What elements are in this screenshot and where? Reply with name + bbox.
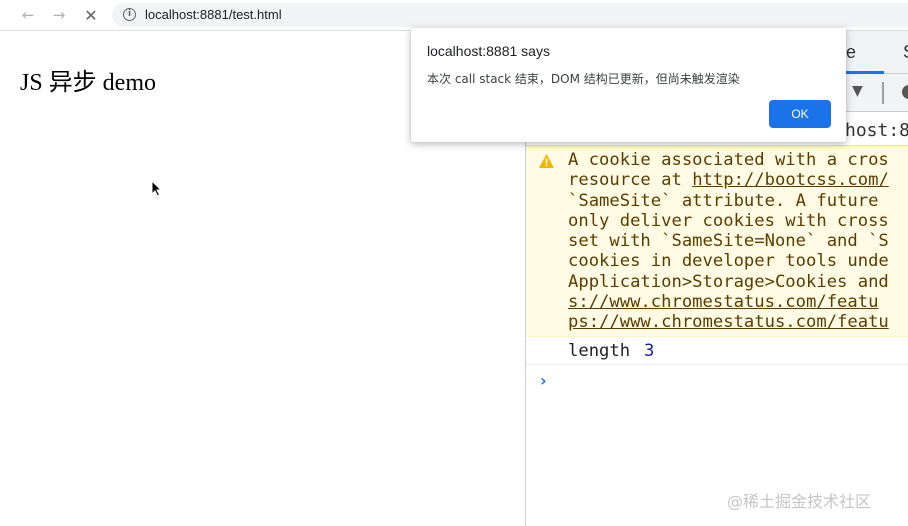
warning-line: resource at http://bootcss.com/	[568, 170, 908, 190]
warning-link[interactable]: http://bootcss.com/	[692, 170, 889, 190]
warning-line: set with `SameSite=None` and `S	[568, 231, 889, 252]
url-text[interactable]: localhost:8881/test.html	[145, 7, 282, 22]
warning-text: A cookie associated with a cros resource…	[568, 150, 908, 333]
mouse-cursor-icon	[151, 180, 163, 197]
dialog-title: localhost:8881 says	[427, 43, 550, 59]
console-prompt-chevron-icon[interactable]: ›	[540, 371, 547, 390]
dialog-message: 本次 call stack 结束，DOM 结构已更新，但尚未触发渲染	[427, 72, 740, 86]
browser-toolbar: ← → ✕ i localhost:8881/test.html	[0, 0, 908, 31]
warning-line-prefix: resource at	[568, 170, 693, 191]
ok-button[interactable]: OK	[769, 100, 831, 128]
address-bar[interactable]: i localhost:8881/test.html	[112, 3, 908, 27]
watermark-text: @稀土掘金技术社区	[727, 492, 872, 511]
warning-url-link[interactable]: ps://www.chromestatus.com/featu	[568, 312, 908, 332]
back-arrow-icon[interactable]: ←	[17, 5, 39, 25]
log-number-value: 3	[644, 341, 655, 361]
console-log-row: length 3	[526, 337, 908, 365]
warning-url-link[interactable]: s://www.chromestatus.com/featu	[568, 292, 908, 312]
console-warning-message: A cookie associated with a cros resource…	[526, 146, 908, 337]
warning-line: only deliver cookies with cross	[568, 210, 889, 231]
warning-line: cookies in developer tools unde	[568, 251, 889, 272]
filter-input[interactable]: host:8	[845, 120, 908, 141]
warning-line: A cookie associated with a cros	[568, 150, 889, 170]
alert-dialog: localhost:8881 says 本次 call stack 结束，DOM…	[411, 28, 846, 142]
warning-line: `SameSite` attribute. A future	[568, 190, 879, 211]
stop-loading-icon[interactable]: ✕	[80, 5, 102, 25]
site-info-icon[interactable]: i	[123, 8, 136, 21]
warning-triangle-icon	[539, 154, 554, 168]
warning-line: Application>Storage>Cookies and	[568, 271, 889, 292]
tab-sources[interactable]: S	[903, 42, 908, 63]
toolbar-divider	[882, 82, 884, 104]
log-label: length	[568, 341, 631, 361]
context-dropdown-icon[interactable]: ▼	[852, 83, 863, 99]
page-heading: JS 异步 demo	[20, 70, 157, 96]
live-expression-eye-icon[interactable]	[902, 85, 908, 99]
forward-arrow-icon[interactable]: →	[48, 5, 70, 25]
